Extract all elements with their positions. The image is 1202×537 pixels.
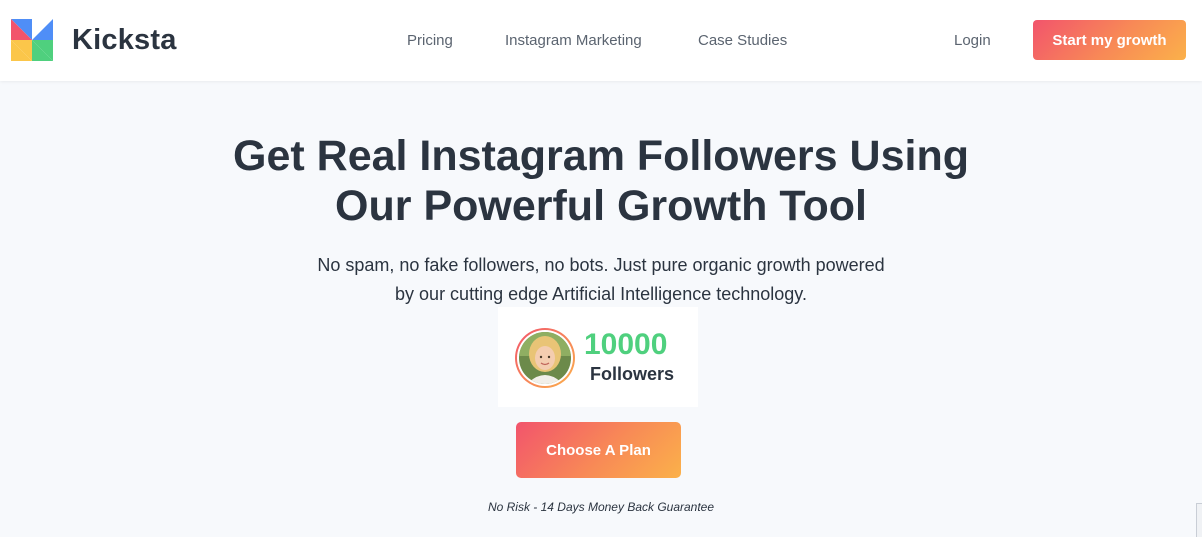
login-link[interactable]: Login <box>954 32 991 49</box>
start-growth-button[interactable]: Start my growth <box>1033 20 1186 60</box>
hero-title-line-2: Our Powerful Growth Tool <box>335 182 867 230</box>
hero-title: Get Real Instagram Followers Using Our P… <box>0 131 1202 231</box>
nav-instagram-marketing[interactable]: Instagram Marketing <box>505 32 642 49</box>
site-header: Kicksta Pricing Instagram Marketing Case… <box>0 0 1202 81</box>
nav-pricing[interactable]: Pricing <box>407 32 453 49</box>
brand-name: Kicksta <box>72 23 177 56</box>
nav-case-studies[interactable]: Case Studies <box>698 32 787 49</box>
hero-subtitle: No spam, no fake followers, no bots. Jus… <box>0 251 1202 309</box>
money-back-guarantee: No Risk - 14 Days Money Back Guarantee <box>487 500 715 514</box>
scrollbar-edge[interactable] <box>1196 503 1202 537</box>
avatar <box>515 328 575 388</box>
kicksta-pinwheel-icon <box>11 19 53 61</box>
user-avatar <box>519 332 571 384</box>
hero-subtitle-line-2: by our cutting edge Artificial Intellige… <box>395 284 807 304</box>
brand-logo[interactable]: Kicksta <box>11 19 177 61</box>
follower-count-label: Followers <box>590 364 675 384</box>
follower-counter-card: 10000 Followers <box>498 307 698 407</box>
hero-title-line-1: Get Real Instagram Followers Using <box>233 132 969 180</box>
follower-count-value: 10000 <box>584 328 668 361</box>
choose-plan-button[interactable]: Choose A Plan <box>516 422 681 478</box>
hero-subtitle-line-1: No spam, no fake followers, no bots. Jus… <box>317 255 885 275</box>
